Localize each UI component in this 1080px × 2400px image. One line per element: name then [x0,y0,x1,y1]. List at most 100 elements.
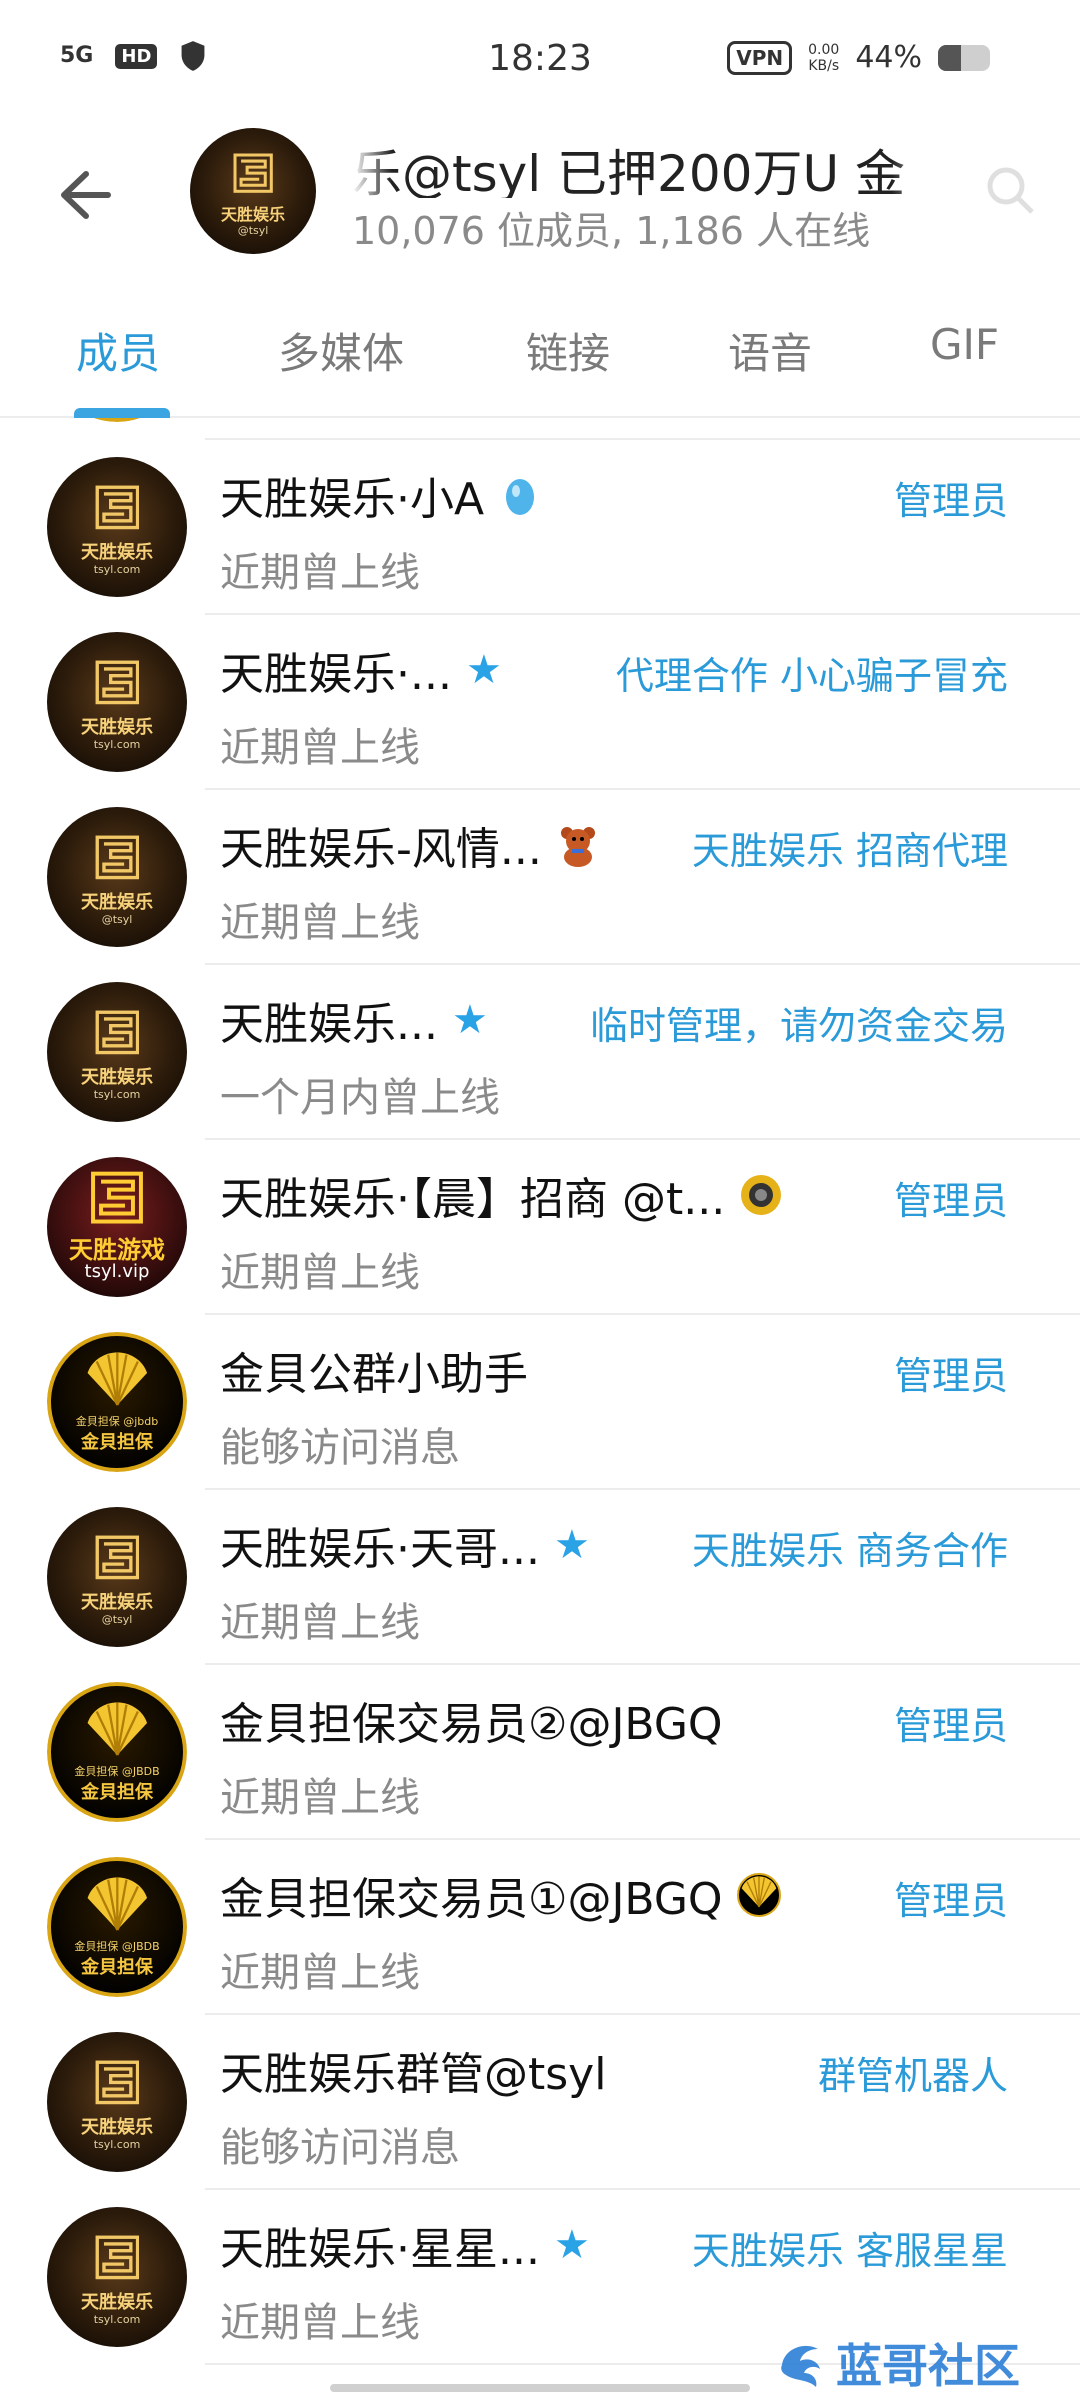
home-indicator[interactable] [330,2384,750,2392]
member-status: 近期曾上线 [220,418,420,423]
member-name-wrap: 天胜娱乐·天哥... ★ [220,1514,590,1576]
avatar-handle: 金貝担保 @JBDB [74,1939,160,1953]
member-role: 天胜娱乐 商务合作 [691,1529,1008,1573]
avatar-handle: tsyl.com [93,1088,141,1102]
member-name-wrap: 天胜娱乐-风情... [220,814,600,876]
member-avatar[interactable]: 天胜娱乐 tsyl.com [47,457,187,597]
member-row[interactable]: 天胜娱乐 @tsyl 天胜娱乐-风情... 近期曾上线 天胜娱乐 招商代理 [0,790,1080,965]
avatar-brand: 天胜娱乐 [81,1067,153,1089]
member-role: 管理员 [893,1879,1008,1923]
member-status: 近期曾上线 [220,2300,420,2346]
member-avatar[interactable]: 天胜娱乐 @tsyl [47,807,187,947]
member-name-wrap: 金貝担保交易员②@JBGQ [220,1689,723,1751]
member-avatar[interactable]: 天胜娱乐 tsyl.com [47,2032,187,2172]
emblem-icon [95,1535,139,1580]
emblem-icon [95,1010,139,1055]
member-row[interactable]: 金貝担保 @jbdb 金貝担保 金貝公群小助手能够访问消息 管理员 [0,1315,1080,1490]
emblem-icon [95,485,139,530]
dragon-logo-icon [781,2345,820,2387]
member-name: 天胜娱乐·星星... [220,2224,540,2275]
member-row[interactable]: 天胜娱乐 tsyl.com 天胜娱乐·... ★ 近期曾上线 代理合作 小心骗子冒充 [0,615,1080,790]
member-row[interactable]: 天胜娱乐 tsyl.com 天胜娱乐·小A 近期曾上线 管理员 [0,440,1080,615]
tab-bar: 成员 多媒体 链接 语音 GIF [0,300,1080,418]
member-name: 天胜娱乐·小A [220,474,485,525]
watermark: 蓝哥社区 [774,2330,1020,2396]
star-icon: ★ [553,2222,590,2268]
avatar-brand: 金貝担保 [81,1782,153,1804]
teddy-bear-icon [560,827,595,867]
member-role: 管理员 [893,1704,1008,1748]
tab-links[interactable]: 链接 [526,320,610,381]
shell-icon [87,1702,147,1756]
member-avatar[interactable]: 天胜娱乐 tsyl.com [47,2207,187,2347]
member-row[interactable]: 天胜娱乐 @tsyl 天胜娱乐·天哥... ★ 近期曾上线 天胜娱乐 商务合作 [0,1490,1080,1665]
member-avatar[interactable]: 金貝担保 @jbdb金貝担保 [47,1332,187,1472]
shell-icon [741,1876,776,1908]
member-status: 一个月内曾上线 [220,1075,500,1121]
member-row[interactable]: 金貝担保 @JBDB 金貝担保 金貝担保交易员②@JBGQ 近期曾上线 管理员 [0,1665,1080,1840]
member-avatar[interactable]: 金貝担保 @JBDB 金貝担保 [47,1682,187,1822]
member-list[interactable]: 金貝担保 @jbdb金貝担保金貝担保-建群号② @jbdb（...近期曾上线创建… [0,418,1080,2400]
emblem-icon [95,2235,139,2280]
member-row[interactable]: 金貝担保 @jbdb金貝担保金貝担保-建群号② @jbdb（...近期曾上线创建… [0,418,1080,440]
avatar-handle: tsyl.vip [84,1260,150,1282]
member-name: 金貝担保交易员①@JBGQ [220,1874,723,1925]
avatar-brand: 天胜娱乐 [220,205,285,225]
emblem-icon [95,835,139,880]
search-icon[interactable] [980,160,1040,220]
member-role: 临时管理，请勿资金交易 [589,1004,1008,1048]
avatar-brand: 金貝担保 [81,1957,153,1979]
avatar-brand: 天胜游戏 [69,1235,165,1264]
member-name-wrap: 金貝公群小助手 [220,1339,528,1401]
avatar-brand: 天胜娱乐 [81,1592,153,1614]
member-name-wrap: 天胜娱乐·... ★ [220,639,502,701]
member-avatar[interactable]: 天胜游戏 tsyl.vip [47,1157,187,1297]
member-status: 近期曾上线 [220,1250,420,1296]
member-name-wrap: 天胜娱乐·星星... ★ [220,2214,590,2276]
member-status: 近期曾上线 [220,1775,420,1821]
battery-text: 44% [855,40,922,75]
member-avatar[interactable]: 天胜娱乐 tsyl.com [47,982,187,1122]
avatar-handle: tsyl.com [93,2313,141,2327]
speed-unit: KB/s [808,57,840,74]
avatar-brand: 天胜娱乐 [81,2117,153,2139]
star-icon: ★ [465,647,502,693]
avatar-handle: tsyl.com [93,563,141,577]
member-name: 天胜娱乐... [220,999,438,1050]
member-avatar[interactable]: 金貝担保 @JBDB 金貝担保 [47,1857,187,1997]
speed-value: 0.00 [808,41,840,58]
coin-icon [741,1175,782,1215]
member-role: 群管机器人 [817,2054,1008,2098]
tab-members[interactable]: 成员 [76,320,160,381]
emblem-icon [91,1171,143,1224]
member-avatar[interactable]: 天胜娱乐 @tsyl [47,1507,187,1647]
tab-voice[interactable]: 语音 [728,320,812,381]
member-name-wrap: 天胜娱乐·小A [220,464,542,526]
shell-icon [87,1877,147,1931]
tab-gif[interactable]: GIF [930,320,999,369]
member-row[interactable]: 天胜娱乐 tsyl.com 天胜娱乐... ★ 一个月内曾上线 临时管理，请勿资金交易 [0,965,1080,1140]
member-status: 能够访问消息 [220,1425,460,1471]
member-name: 金貝公群小助手 [220,1349,528,1400]
avatar-handle: @tsyl [101,913,133,927]
member-role: 代理合作 小心骗子冒充 [615,654,1008,698]
member-row[interactable]: 天胜游戏 tsyl.vip 天胜娱乐·【晨】招商 @t... 近期曾上线 管理员 [0,1140,1080,1315]
member-status: 近期曾上线 [220,1950,420,1996]
member-name: 天胜娱乐-风情... [220,824,542,875]
member-row[interactable]: 金貝担保 @JBDB 金貝担保 金貝担保交易员①@JBGQ 近期曾上线 管理员 [0,1840,1080,2015]
star-icon: ★ [451,997,488,1043]
member-status: 近期曾上线 [220,725,420,771]
avatar-brand: 天胜娱乐 [81,542,153,564]
member-role: 天胜娱乐 客服星星 [691,2229,1008,2273]
member-avatar[interactable]: 天胜娱乐 tsyl.com [47,632,187,772]
network-speed: 0.00 KB/s [808,42,839,74]
group-avatar[interactable]: 天胜娱乐 @tsyl [190,128,316,254]
member-name: 天胜娱乐·【晨】招商 @t... [220,1174,726,1225]
member-row[interactable]: 天胜娱乐 tsyl.com 天胜娱乐群管@tsyl 能够访问消息 群管机器人 [0,2015,1080,2190]
member-avatar[interactable]: 金貝担保 @jbdb金貝担保 [47,418,187,422]
back-arrow-icon[interactable] [50,160,120,230]
member-name-wrap: 天胜娱乐·【晨】招商 @t... [220,1164,782,1226]
tab-media[interactable]: 多媒体 [278,320,404,381]
avatar-brand: 天胜娱乐 [81,892,153,914]
member-role: 管理员 [893,1354,1008,1398]
